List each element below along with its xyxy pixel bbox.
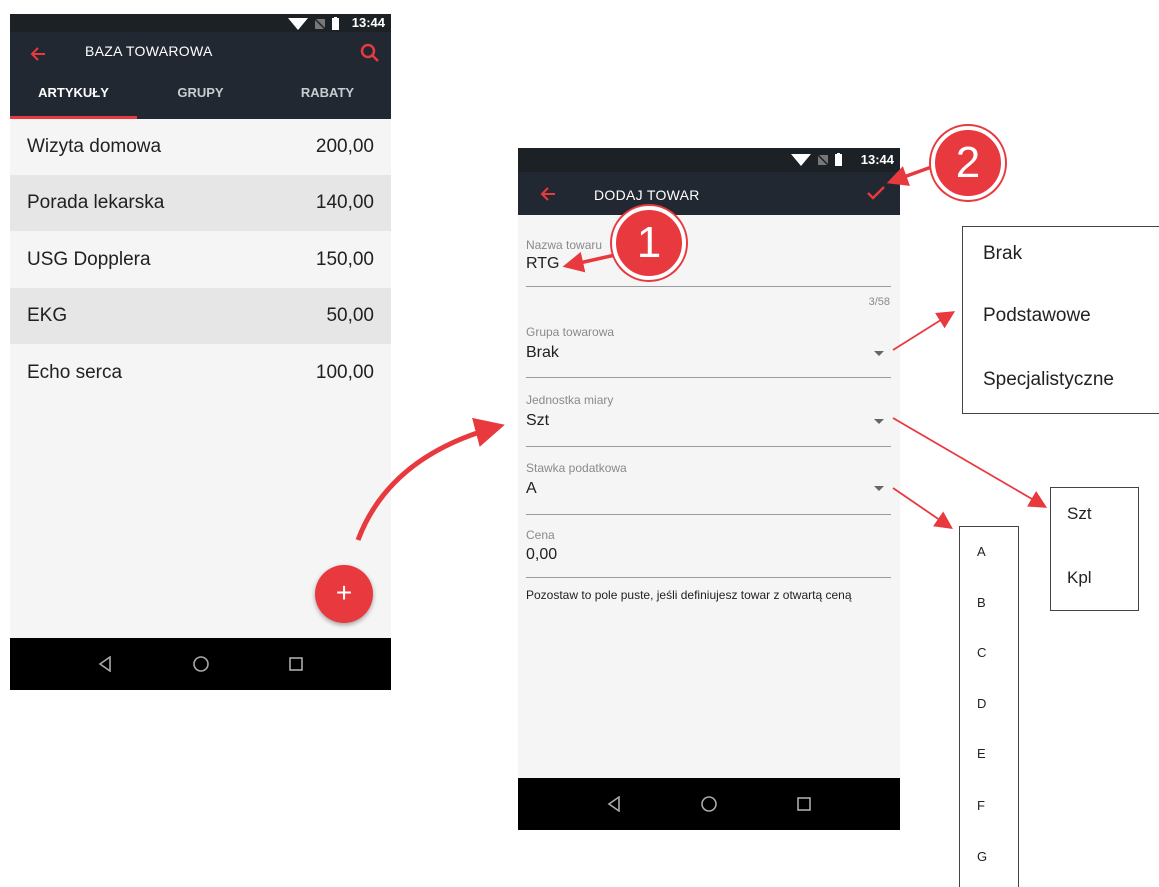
arrow-to-unit-popup <box>892 417 1048 508</box>
group-option[interactable]: Podstawowe <box>983 305 1091 327</box>
tax-option[interactable]: A <box>977 544 986 559</box>
group-options-popup: Brak Podstawowe Specjalistyczne <box>962 226 1159 414</box>
group-option[interactable]: Brak <box>983 243 1022 265</box>
group-option[interactable]: Specjalistyczne <box>983 369 1114 391</box>
arrow-to-group-popup <box>892 311 956 351</box>
arrow-from-badge-1 <box>562 251 616 273</box>
step-badge-2: 2 <box>931 126 1005 200</box>
arrow-from-badge-2 <box>886 163 938 186</box>
tax-option[interactable]: G <box>977 849 987 864</box>
tax-option[interactable]: D <box>977 696 986 711</box>
big-curved-arrow <box>355 417 505 541</box>
tax-option[interactable]: C <box>977 645 986 660</box>
tax-option[interactable]: F <box>977 798 985 813</box>
tax-option[interactable]: B <box>977 595 986 610</box>
tax-options-popup: A B C D E F G <box>959 526 1019 887</box>
unit-options-popup: Szt Kpl <box>1050 487 1139 611</box>
step-badge-1: 1 <box>612 206 686 280</box>
unit-option[interactable]: Szt <box>1067 504 1092 524</box>
unit-option[interactable]: Kpl <box>1067 568 1092 588</box>
arrow-to-tax-popup <box>892 487 953 530</box>
tax-option[interactable]: E <box>977 746 986 761</box>
